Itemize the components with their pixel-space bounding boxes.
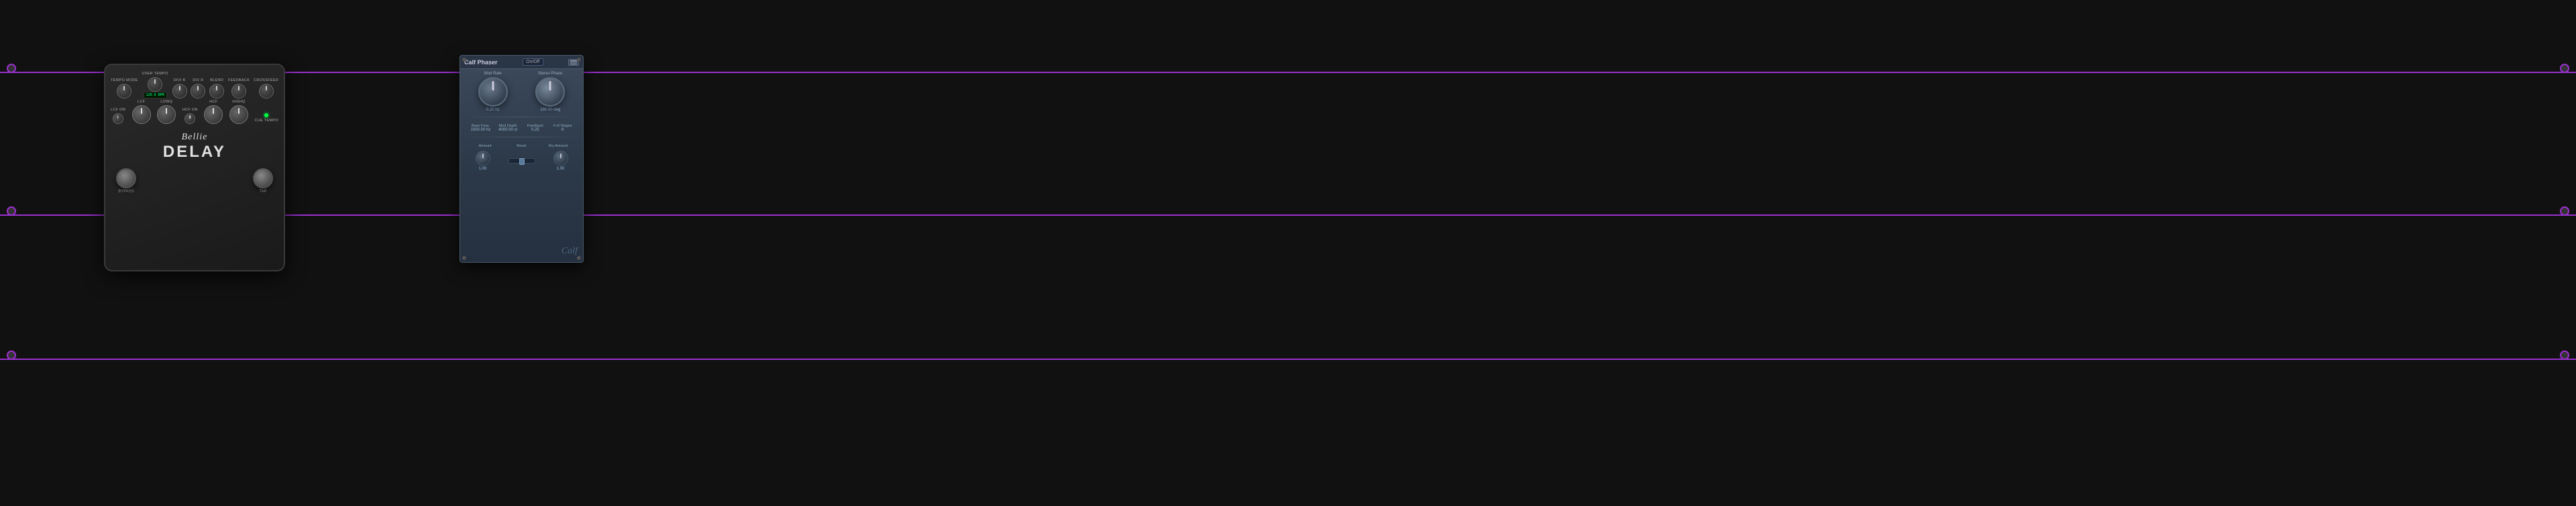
knob-group-hcf-on: HCF ON: [182, 108, 198, 124]
reset-slider-container: [507, 157, 537, 165]
calf-header: Calf Phaser On/Off: [460, 56, 583, 69]
knob-group-crossfeed: CROSSFEED: [254, 78, 278, 99]
knob-label-hcf: HCF: [209, 100, 217, 104]
mod-rate-section-label: Mod Rate: [464, 72, 522, 76]
knob-hcf[interactable]: [204, 105, 223, 124]
knob-group-lcf-on: LCF ON: [111, 108, 125, 124]
screw-top-left: [462, 58, 466, 62]
connector-left-top: [7, 64, 16, 73]
tap-footswitch-group: TAP: [253, 168, 273, 194]
dry-amount-label: Dry Amount: [540, 144, 576, 148]
screw-bottom-left: [462, 256, 466, 260]
connector-right-top: [2560, 64, 2569, 73]
stereo-phase-section-label: Stereo Phase: [522, 72, 580, 76]
dry-amount-knob[interactable]: [553, 151, 568, 166]
stereo-phase-knob[interactable]: [535, 77, 565, 107]
knob-group-tempo-mode: TEMPO MODE: [111, 78, 138, 99]
knob-label-divi-b: DIVI B: [174, 78, 186, 82]
amount-knob-group: 1.00: [476, 151, 490, 171]
knob-label-lowq: LOWQ: [160, 100, 172, 104]
knob-group-blend: BLEND: [209, 78, 224, 99]
dry-amount-knob-group: 1.00: [553, 151, 568, 171]
knob-label-highq: HIGHQ: [232, 100, 246, 104]
calf-small-params-section: Base Freq. Mod Depth Feedback # of Stage…: [460, 119, 583, 135]
knob-group-cue-tempo: CUE TEMPO: [255, 113, 278, 124]
knob-group-feedback: FEEDBACK: [228, 78, 250, 99]
delay-title: DELAY: [105, 143, 284, 162]
knob-user-tempo[interactable]: [148, 77, 162, 92]
knob-blend[interactable]: [209, 84, 224, 99]
knob-group-highq: HIGHQ: [229, 100, 248, 124]
knob-label-user-tempo: USER TEMPO: [142, 72, 168, 76]
screw-top-right: [577, 58, 581, 62]
stages-value: 6: [549, 128, 576, 132]
base-freq-value: 1000.00 hz: [467, 128, 494, 132]
knob-hcf-on[interactable]: [184, 113, 195, 124]
user-tempo-display: 120.0 BPM: [144, 92, 167, 99]
tap-footswitch[interactable]: [253, 168, 273, 188]
bypass-label: BYPASS: [118, 190, 134, 194]
knob-group-lowq: LOWQ: [157, 100, 176, 124]
delay-brand: Bellie: [105, 132, 284, 143]
connector-right-middle: [2560, 206, 2569, 216]
knob-tempo-mode[interactable]: [117, 84, 131, 99]
knob-group-user-tempo: USER TEMPO 120.0 BPM: [142, 72, 168, 99]
knob-label-feedback: FEEDBACK: [228, 78, 250, 82]
stereo-phase-value: 180.00 deg: [540, 108, 560, 112]
knob-group-lcf: LCF: [132, 100, 151, 124]
knob-lcf-on[interactable]: [113, 113, 123, 124]
amount-value: 1.00: [479, 167, 487, 171]
delay-pedal: TEMPO MODE USER TEMPO 120.0 BPM DIVI B D…: [104, 64, 285, 271]
tap-label: TAP: [259, 190, 266, 194]
knob-group-hcf: HCF: [204, 100, 223, 124]
knob-label-lcf: LCF: [138, 100, 145, 104]
calf-title: Calf Phaser: [464, 59, 498, 66]
knob-group-divi-b: DIVI B: [172, 78, 187, 99]
signal-line-bottom: [0, 359, 2576, 360]
knob-label-lcf-on: LCF ON: [111, 108, 125, 112]
signal-line-top: [0, 72, 2576, 73]
connector-right-bottom: [2560, 351, 2569, 360]
amount-label: Amount: [467, 144, 503, 148]
knob-crossfeed[interactable]: [259, 84, 274, 99]
calf-large-knobs-section: Mod Rate Stereo Phase 0.20 hz 180.00 deg: [460, 69, 583, 115]
knob-label-div-r: DIV R: [193, 78, 203, 82]
signal-line-middle: [0, 214, 2576, 216]
dry-amount-value: 1.00: [557, 167, 565, 171]
knob-label-blend: BLEND: [210, 78, 223, 82]
reset-slider[interactable]: [508, 158, 535, 164]
calf-logo: Calf: [561, 246, 578, 257]
calf-onoff-button[interactable]: On/Off: [523, 58, 543, 66]
calf-phaser: Calf Phaser On/Off Mod Rate Stereo Phase…: [460, 55, 584, 263]
delay-name-area: Bellie DELAY: [105, 129, 284, 164]
knob-group-div-r: DIV R: [191, 78, 205, 99]
knob-label-tempo-mode: TEMPO MODE: [111, 78, 138, 82]
mod-rate-value: 0.20 hz: [486, 108, 500, 112]
bypass-footswitch-group: BYPASS: [116, 168, 136, 194]
knob-feedback[interactable]: [231, 84, 246, 99]
connector-left-bottom: [7, 351, 16, 360]
knob-lowq[interactable]: [157, 105, 176, 124]
cue-tempo-led: [264, 113, 268, 117]
knob-label-hcf-on: HCF ON: [182, 108, 198, 112]
mod-rate-knob-group: 0.20 hz: [478, 77, 508, 112]
menu-line-1: [570, 60, 577, 61]
reset-label: Reset: [503, 144, 539, 148]
reset-slider-thumb: [519, 158, 525, 165]
knob-div-r[interactable]: [191, 84, 205, 99]
knob-divi-b[interactable]: [172, 84, 187, 99]
knob-label-crossfeed: CROSSFEED: [254, 78, 278, 82]
calf-amount-section: Amount Reset Dry Amount 1.00 1.00: [460, 139, 583, 174]
knob-highq[interactable]: [229, 105, 248, 124]
feedback-value: 0.25: [522, 128, 549, 132]
amount-knob[interactable]: [476, 151, 490, 166]
mod-rate-knob[interactable]: [478, 77, 508, 107]
stereo-phase-knob-group: 180.00 deg: [535, 77, 565, 112]
connector-left-middle: [7, 206, 16, 216]
knob-label-cue-tempo: CUE TEMPO: [255, 119, 278, 123]
knob-lcf[interactable]: [132, 105, 151, 124]
mod-depth-value: 4000.00 ct: [494, 128, 522, 132]
bypass-footswitch[interactable]: [116, 168, 136, 188]
